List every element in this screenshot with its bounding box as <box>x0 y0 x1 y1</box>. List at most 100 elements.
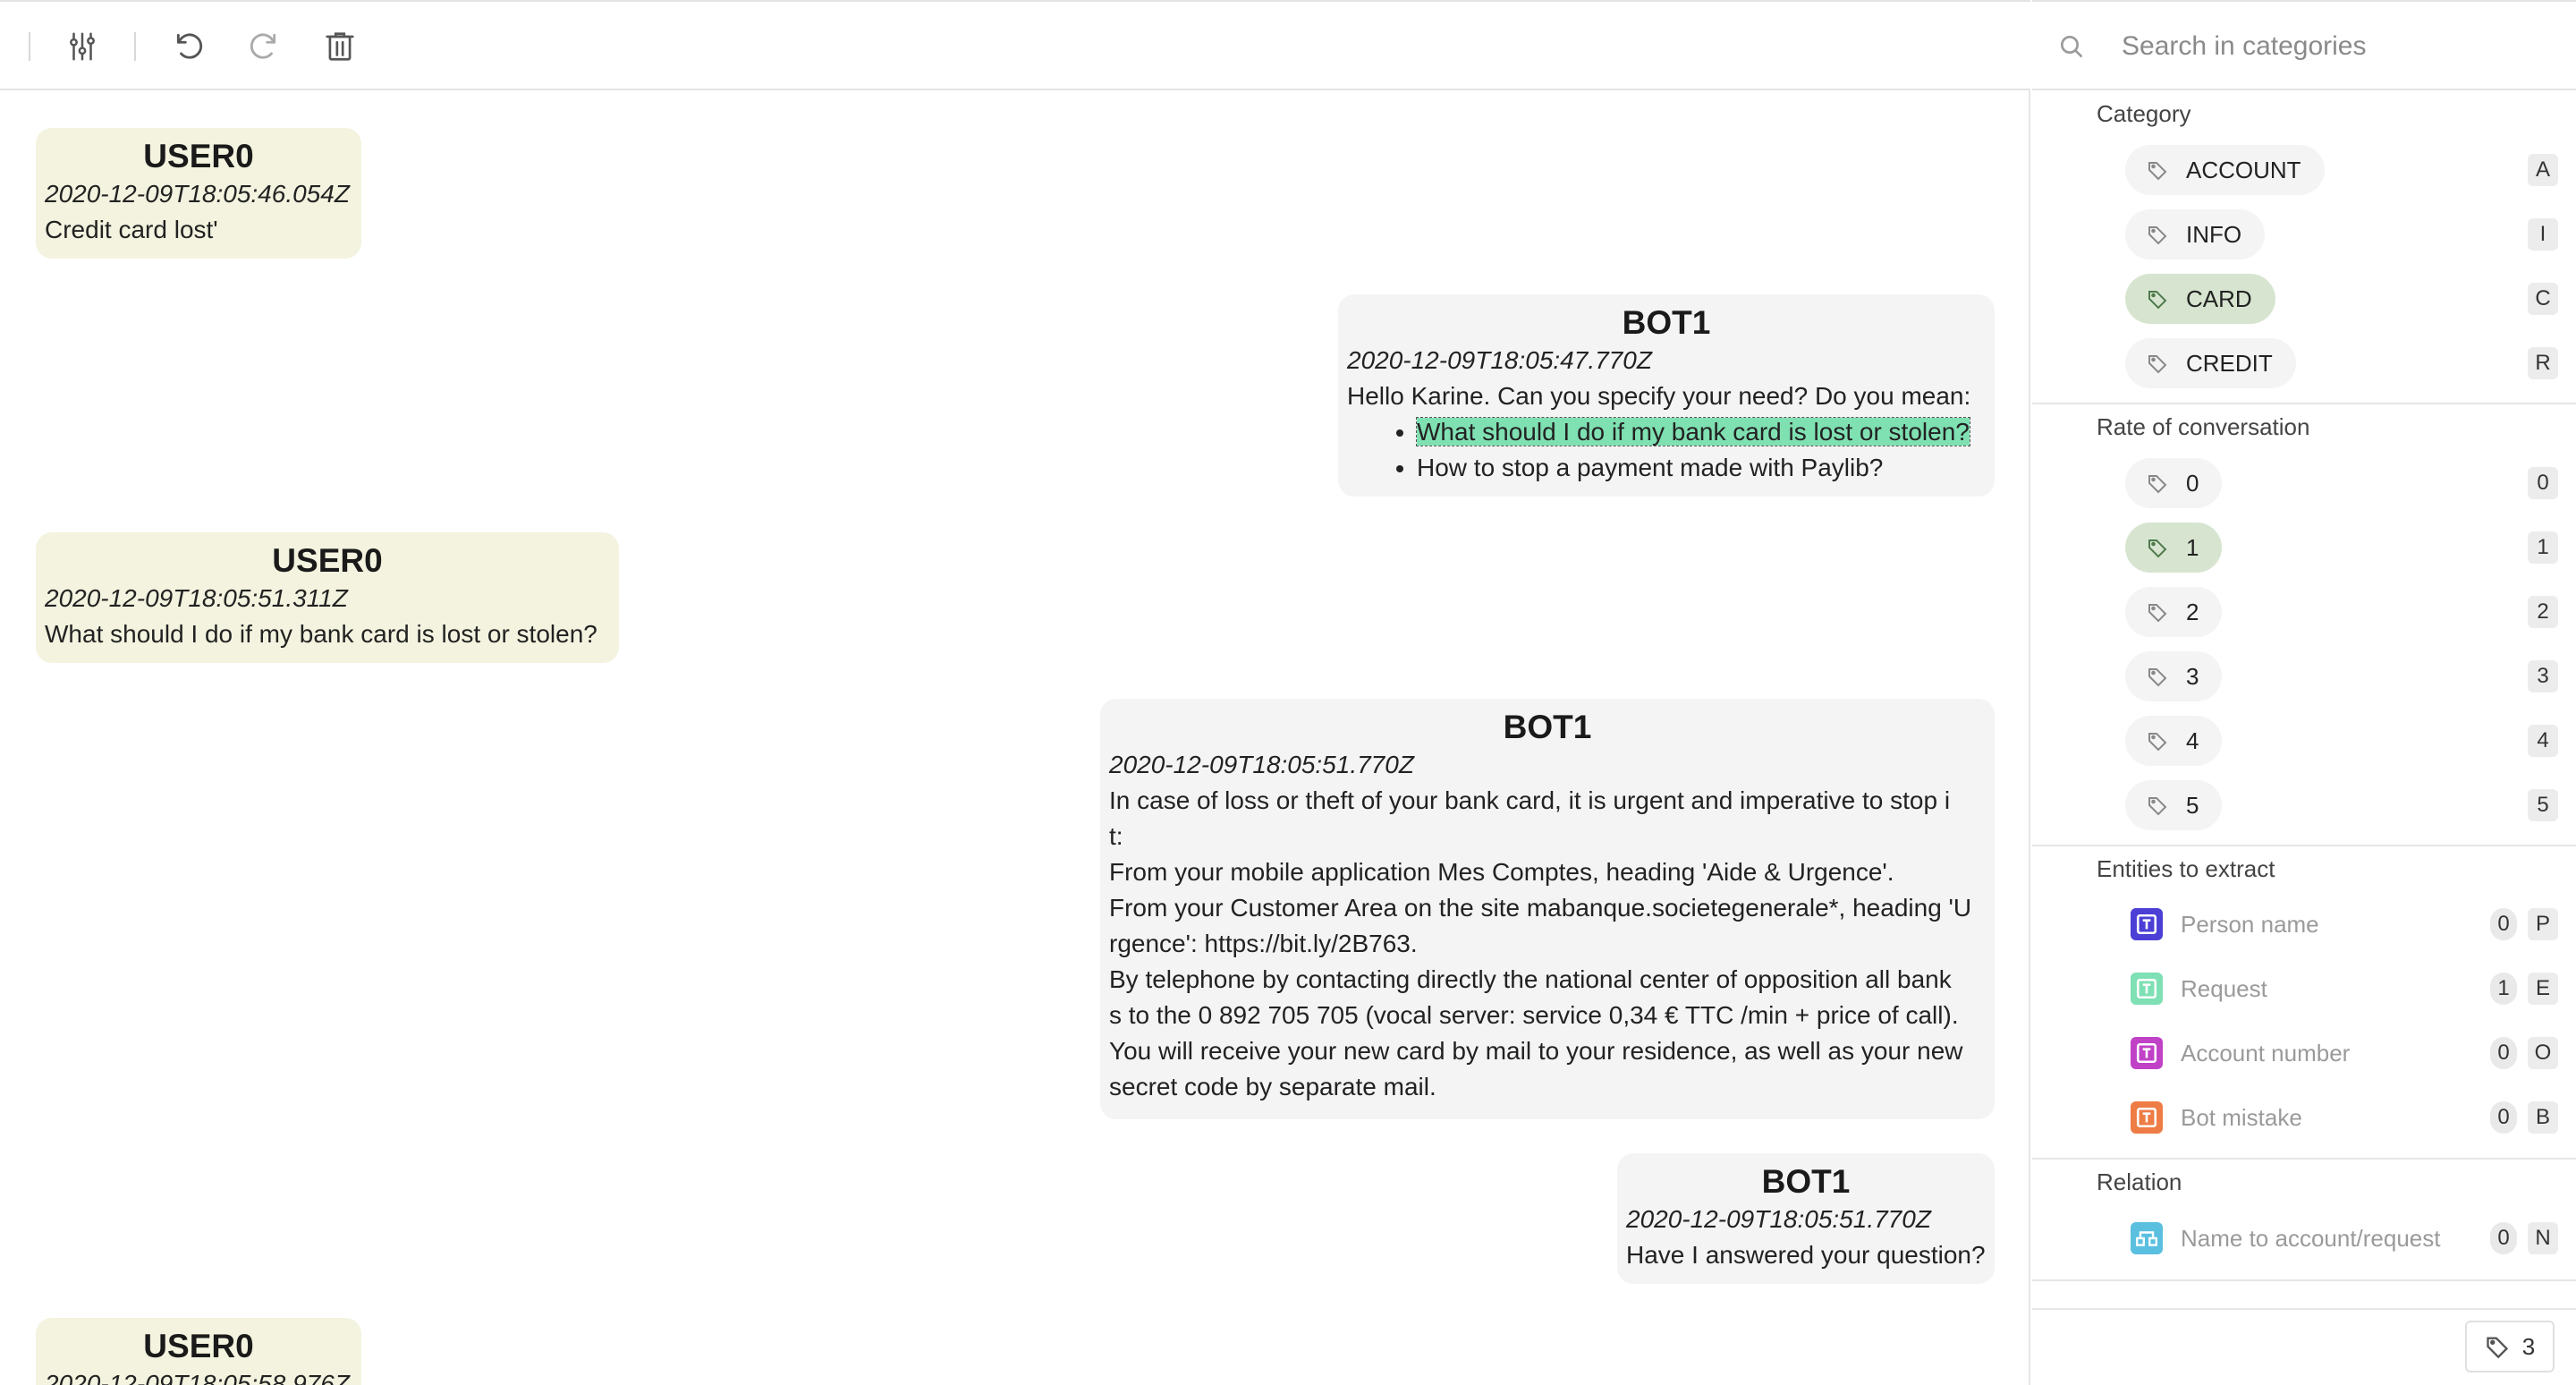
entity-label: Request <box>2181 974 2267 1002</box>
hotkey-badge: O <box>2528 1037 2558 1069</box>
text-entity-icon <box>2131 1037 2163 1069</box>
hotkey-badge: 1 <box>2528 531 2558 564</box>
message-text-line[interactable]: s to the 0 892 705 705 (vocal server: se… <box>1109 998 1986 1033</box>
tag-icon <box>2148 668 2167 687</box>
message-text-line[interactable]: You will receive your new card by mail t… <box>1109 1033 1986 1069</box>
message-text-line[interactable]: t: <box>1109 819 1986 854</box>
bot-message: BOT1 2020-12-09T18:05:51.770Z In case of… <box>1100 699 1995 1119</box>
tag-icon <box>2148 355 2167 374</box>
message-timestamp: 2020-12-09T18:05:58.976Z <box>45 1370 350 1385</box>
chip-info[interactable]: INFO <box>2125 209 2266 259</box>
chip-rate-2[interactable]: 2 <box>2125 587 2223 637</box>
entity-count: 0 <box>2490 1101 2517 1134</box>
message-text-line[interactable]: rgence': https://bit.ly/2B763. <box>1109 926 1986 962</box>
chip-label: CARD <box>2186 285 2252 312</box>
delete-button[interactable] <box>315 21 365 72</box>
message-text[interactable]: Have I answered your question? <box>1626 1237 1986 1273</box>
chip-label: ACCOUNT <box>2186 156 2301 183</box>
chip-rate-4[interactable]: 4 <box>2125 716 2223 766</box>
message-timestamp: 2020-12-09T18:05:51.770Z <box>1626 1205 1931 1233</box>
tag-icon <box>2148 604 2167 623</box>
bot-message: BOT1 2020-12-09T18:05:51.770Z Have I ans… <box>1617 1153 1995 1284</box>
toolbar-divider <box>134 32 136 61</box>
message-author: BOT1 <box>1503 709 1592 745</box>
search-icon <box>2061 36 2082 57</box>
annotation-app: USER0 2020-12-09T18:05:46.054Z Credit ca… <box>0 0 2576 1385</box>
message-text[interactable]: Hello Karine. Can you specify your need?… <box>1347 378 1986 414</box>
chip-card[interactable]: CARD <box>2125 274 2275 324</box>
chip-rate-0[interactable]: 0 <box>2125 458 2223 508</box>
message-text-line[interactable]: From your Customer Area on the site maba… <box>1109 890 1986 926</box>
sliders-icon <box>70 32 95 61</box>
section-title-entities: Entities to extract <box>2097 855 2275 882</box>
request-entity-highlight[interactable]: What should I do if my bank card is lost… <box>1416 417 1970 446</box>
tag-icon <box>2487 1337 2508 1359</box>
entity-label: Bot mistake <box>2181 1103 2302 1131</box>
annotation-count-button[interactable]: 3 <box>2465 1321 2555 1372</box>
hotkey-badge: I <box>2528 218 2558 251</box>
text-entity-icon <box>2131 1101 2163 1134</box>
section-divider <box>2032 403 2576 404</box>
user-message: USER0 2020-12-09T18:05:51.311Z What shou… <box>36 532 619 663</box>
chip-account[interactable]: ACCOUNT <box>2125 145 2325 195</box>
entity-person-name[interactable]: Person name <box>2131 905 2319 944</box>
chip-label: 3 <box>2186 662 2199 690</box>
search-input[interactable] <box>2122 23 2551 70</box>
undo-button[interactable] <box>165 21 215 72</box>
chip-label: CREDIT <box>2186 349 2273 377</box>
hotkey-badge: 2 <box>2528 596 2558 628</box>
hotkey-badge: 0 <box>2528 467 2558 499</box>
entity-label: Account number <box>2181 1039 2351 1066</box>
entity-count: 0 <box>2490 1037 2517 1069</box>
section-title-category: Category <box>2097 100 2191 127</box>
chip-label: INFO <box>2186 220 2242 248</box>
entity-bot-mistake[interactable]: Bot mistake <box>2131 1098 2302 1137</box>
message-author: USER0 <box>272 542 383 579</box>
trash-icon <box>326 32 354 61</box>
chip-rate-3[interactable]: 3 <box>2125 651 2223 701</box>
settings-button[interactable] <box>57 21 107 72</box>
message-text-line[interactable]: In case of loss or theft of your bank ca… <box>1109 783 1986 819</box>
tag-icon <box>2148 797 2167 816</box>
toolbar-divider <box>29 32 30 61</box>
relation-name-to-account[interactable]: Name to account/request <box>2131 1219 2441 1258</box>
entity-label: Person name <box>2181 910 2319 938</box>
annotation-count: 3 <box>2521 1332 2536 1360</box>
message-author: USER0 <box>143 1328 254 1364</box>
hotkey-badge: R <box>2528 347 2558 379</box>
message-text[interactable]: Credit card lost' <box>45 212 352 248</box>
chip-rate-5[interactable]: 5 <box>2125 780 2223 830</box>
option-item[interactable]: How to stop a payment made with Paylib? <box>1417 450 1986 486</box>
chip-credit[interactable]: CREDIT <box>2125 338 2296 388</box>
tag-icon <box>2148 162 2167 181</box>
relation-count: 0 <box>2490 1222 2517 1254</box>
entity-request[interactable]: Request <box>2131 969 2267 1008</box>
relation-icon <box>2131 1222 2163 1254</box>
chip-rate-1[interactable]: 1 <box>2125 523 2223 573</box>
bot-message: BOT1 2020-12-09T18:05:47.770Z Hello Kari… <box>1338 294 1995 497</box>
hotkey-badge: 5 <box>2528 789 2558 821</box>
hotkey-badge: B <box>2528 1101 2558 1134</box>
message-text-line[interactable]: secret code by separate mail. <box>1109 1069 1986 1105</box>
hotkey-badge: N <box>2528 1222 2558 1254</box>
user-message: USER0 2020-12-09T18:05:46.054Z Credit ca… <box>36 128 361 259</box>
message-timestamp: 2020-12-09T18:05:51.311Z <box>45 584 348 612</box>
option-list: What should I do if my bank card is lost… <box>1416 414 1986 486</box>
text-entity-icon <box>2131 973 2163 1005</box>
chat-transcript: USER0 2020-12-09T18:05:46.054Z Credit ca… <box>0 92 2030 1385</box>
hotkey-badge: E <box>2528 973 2558 1005</box>
chip-label: 0 <box>2186 469 2199 497</box>
message-text[interactable]: What should I do if my bank card is lost… <box>45 616 610 652</box>
section-title-rate: Rate of conversation <box>2097 413 2310 440</box>
message-text-line[interactable]: By telephone by contacting directly the … <box>1109 962 1986 998</box>
section-divider <box>2032 1279 2576 1281</box>
chip-label: 4 <box>2186 726 2199 754</box>
message-text-line[interactable]: From your mobile application Mes Comptes… <box>1109 854 1986 890</box>
entity-account-number[interactable]: Account number <box>2131 1033 2350 1073</box>
hotkey-badge: A <box>2528 154 2558 186</box>
sidebar-footer: 3 <box>2032 1308 2576 1385</box>
category-search <box>2032 0 2576 90</box>
message-timestamp: 2020-12-09T18:05:47.770Z <box>1347 346 1652 374</box>
redo-button[interactable] <box>238 21 288 72</box>
tag-icon <box>2148 291 2167 310</box>
